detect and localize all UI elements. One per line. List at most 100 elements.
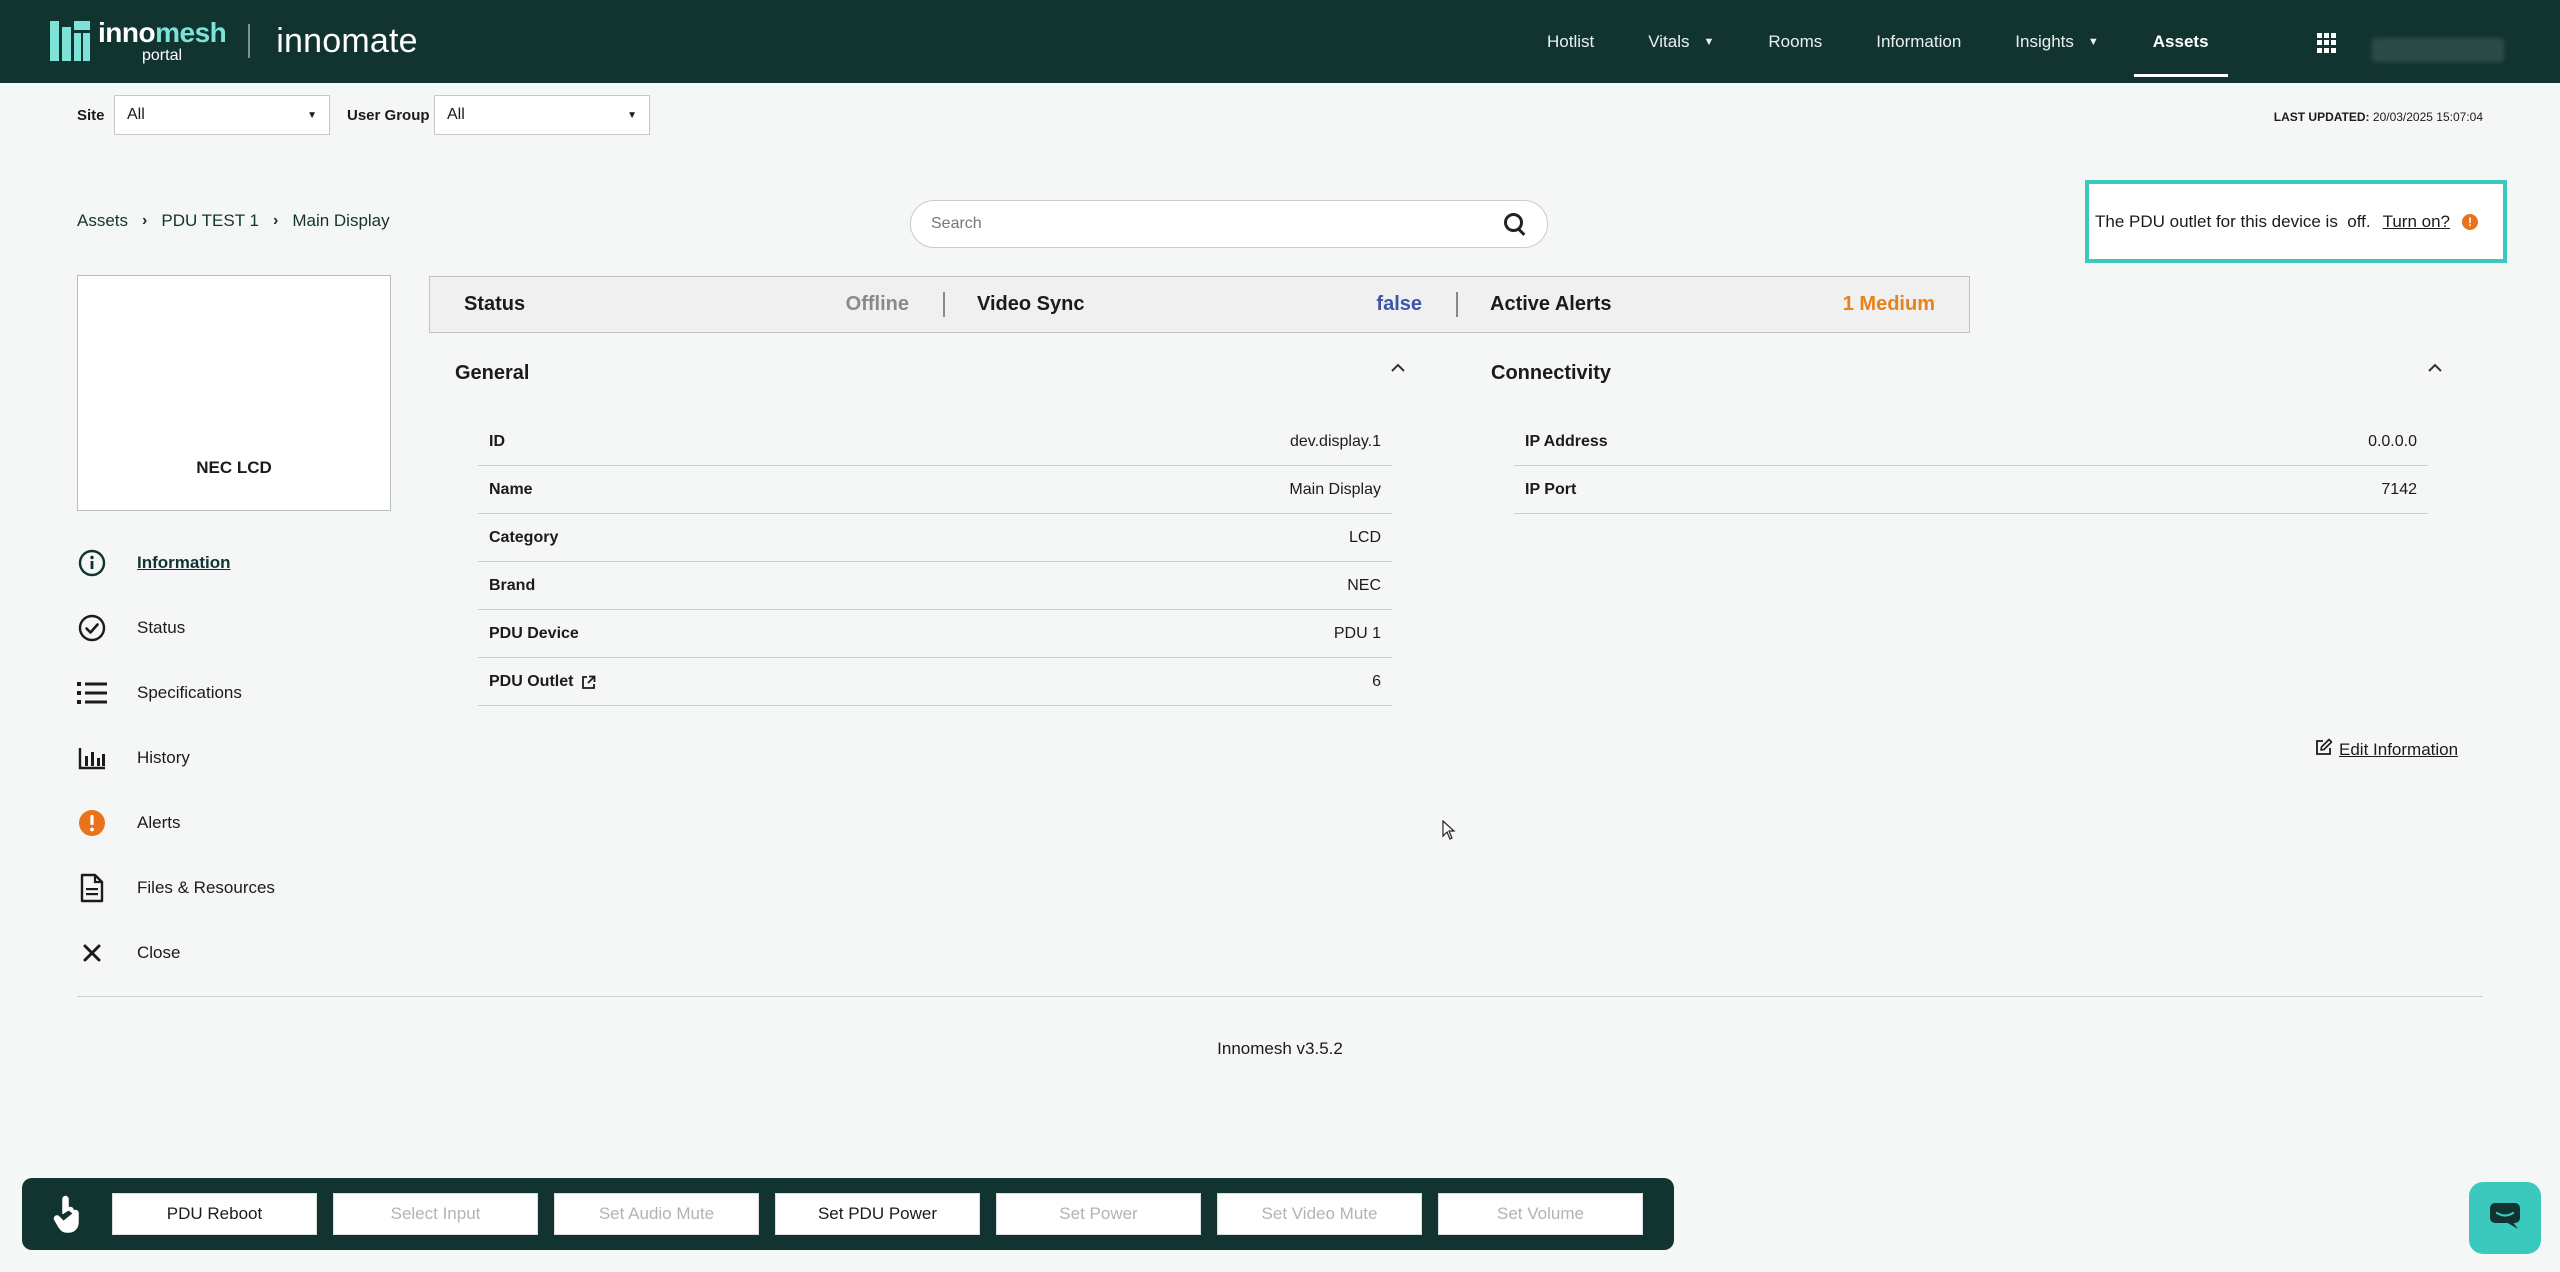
side-item-label: Files & Resources (137, 877, 275, 897)
table-row: ID dev.display.1 (478, 418, 1392, 466)
info-icon (77, 548, 107, 578)
side-item-files-resources[interactable]: Files & Resources (77, 855, 275, 920)
set-pdu-power-button[interactable]: Set PDU Power (775, 1193, 980, 1235)
active-alerts-cell[interactable]: Active Alerts 1 Medium (1456, 277, 1969, 332)
close-icon (77, 938, 107, 968)
innomesh-logo-icon (50, 21, 90, 61)
row-label: PDU Device (489, 624, 579, 642)
last-updated-value: 20/03/2025 15:07:04 (2372, 110, 2483, 124)
side-item-label: Information (137, 552, 231, 572)
user-group-filter-label: User Group (347, 107, 430, 124)
set-video-mute-button[interactable]: Set Video Mute (1217, 1193, 1422, 1235)
edit-information-link[interactable]: Edit Information (2315, 738, 2458, 761)
user-group-select-value: All (447, 106, 465, 123)
table-row: PDU Outlet 6 (478, 658, 1392, 706)
table-row: PDU Device PDU 1 (478, 610, 1392, 658)
user-account-menu[interactable] (2372, 38, 2504, 62)
edit-information-label: Edit Information (2339, 739, 2459, 759)
status-cell: Status Offline (430, 277, 943, 332)
site-select-value: All (127, 106, 145, 123)
caret-down-icon: ▼ (307, 109, 317, 121)
site-select[interactable]: All ▼ (114, 95, 330, 135)
side-item-alerts[interactable]: Alerts (77, 790, 275, 855)
chevron-right-icon: › (142, 212, 148, 229)
list-icon (77, 678, 107, 708)
search-icon[interactable] (1503, 212, 1527, 236)
breadcrumb-assets[interactable]: Assets (77, 211, 128, 231)
status-label: Status (464, 293, 526, 315)
row-value: LCD (1348, 528, 1381, 546)
nav-hotlist[interactable]: Hotlist (1520, 0, 1621, 83)
general-table: ID dev.display.1 Name Main Display Categ… (478, 418, 1392, 706)
row-label: IP Port (1525, 480, 1577, 498)
row-label: Category (489, 528, 559, 546)
status-value: Offline (845, 293, 909, 315)
select-input-button[interactable]: Select Input (333, 1193, 538, 1235)
general-section-title: General (455, 362, 530, 384)
apps-grid-icon[interactable] (2317, 33, 2337, 53)
row-value: 0.0.0.0 (2368, 432, 2417, 450)
row-label: IP Address (1525, 432, 1608, 450)
last-updated: LAST UPDATED: 20/03/2025 15:07:04 (2274, 110, 2483, 124)
status-summary-bar: Status Offline Video Sync false Active A… (429, 276, 1970, 333)
set-audio-mute-button[interactable]: Set Audio Mute (554, 1193, 759, 1235)
pdu-outlet-notice: The PDU outlet for this device is off. T… (2085, 180, 2507, 263)
pdu-notice-text: The PDU outlet for this device is off. (2095, 211, 2371, 231)
row-value: 7142 (2381, 480, 2417, 498)
brand-divider (248, 24, 251, 58)
breadcrumb: Assets › PDU TEST 1 › Main Display (77, 211, 390, 231)
chevron-right-icon: › (273, 212, 279, 229)
user-group-select[interactable]: All ▼ (434, 95, 650, 135)
nav-insights[interactable]: Insights ▼ (1988, 0, 2125, 83)
set-volume-button[interactable]: Set Volume (1438, 1193, 1643, 1235)
side-item-label: Alerts (137, 812, 181, 832)
row-value: dev.display.1 (1289, 432, 1381, 450)
brand-logo[interactable]: innomesh portal innomate (50, 18, 418, 64)
external-link-icon[interactable] (581, 675, 596, 689)
warning-icon: ! (2462, 213, 2479, 230)
set-power-button[interactable]: Set Power (996, 1193, 1201, 1235)
row-value: Main Display (1289, 480, 1381, 498)
table-row: IP Address 0.0.0.0 (1514, 418, 2428, 466)
side-item-status[interactable]: Status (77, 595, 275, 660)
app-version: Innomesh v3.5.2 (1217, 1039, 1343, 1058)
logo-text-mesh: mesh (155, 16, 227, 48)
mouse-cursor-icon (1442, 819, 1456, 845)
main-nav: Hotlist Vitals ▼ Rooms Information Insigh… (1520, 0, 2236, 83)
logo-subtitle: portal (142, 46, 183, 64)
side-item-specifications[interactable]: Specifications (77, 660, 275, 725)
chat-support-button[interactable] (2469, 1182, 2541, 1254)
row-label: Brand (489, 576, 536, 594)
side-item-close[interactable]: Close (77, 920, 275, 985)
pdu-reboot-button[interactable]: PDU Reboot (112, 1193, 317, 1235)
active-alerts-value: 1 Medium (1842, 293, 1935, 315)
bar-chart-icon (77, 743, 107, 773)
side-item-history[interactable]: History (77, 725, 275, 790)
check-circle-icon (77, 613, 107, 643)
nav-vitals[interactable]: Vitals ▼ (1621, 0, 1741, 83)
row-label: Name (489, 480, 533, 498)
search-input[interactable] (931, 215, 1503, 233)
nav-rooms[interactable]: Rooms (1741, 0, 1849, 83)
device-model-name: NEC LCD (196, 458, 272, 477)
search-box (910, 200, 1548, 248)
alert-icon (77, 808, 107, 838)
row-label: ID (489, 432, 505, 450)
video-sync-cell: Video Sync false (943, 277, 1456, 332)
caret-down-icon: ▼ (1703, 35, 1715, 48)
caret-down-icon: ▼ (627, 109, 637, 121)
logo-text-inno: inno (98, 16, 156, 48)
caret-down-icon: ▼ (2087, 35, 2099, 48)
active-alerts-label: Active Alerts (1490, 293, 1612, 315)
chevron-up-icon[interactable] (2427, 360, 2443, 378)
row-value: NEC (1347, 576, 1381, 594)
site-filter-label: Site (77, 107, 105, 124)
chevron-up-icon[interactable] (1390, 360, 1406, 378)
nav-information[interactable]: Information (1849, 0, 1988, 83)
turn-on-link[interactable]: Turn on? (2383, 212, 2450, 232)
top-navigation-bar: innomesh portal innomate Hotlist Vitals ▼… (0, 0, 2560, 83)
breadcrumb-pdu-test-1[interactable]: PDU TEST 1 (161, 211, 259, 231)
row-label: PDU Outlet (489, 672, 574, 690)
side-item-information[interactable]: Information (77, 530, 275, 595)
nav-assets[interactable]: Assets (2126, 0, 2236, 83)
